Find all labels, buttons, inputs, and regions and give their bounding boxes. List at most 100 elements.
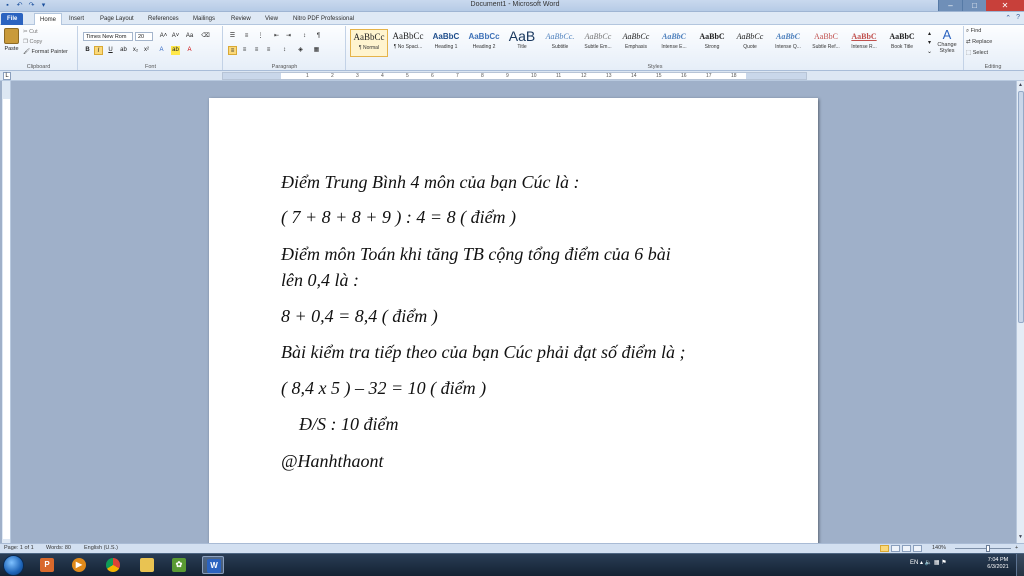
tab-home[interactable]: Home — [34, 13, 63, 25]
style-emphasis[interactable]: AaBbCc Emphasis — [617, 29, 655, 57]
show-formatting-icon[interactable]: ¶ — [314, 32, 323, 41]
tab-references[interactable]: References — [148, 13, 179, 25]
numbering-icon[interactable]: ≡ — [242, 32, 251, 41]
taskbar-media-player[interactable]: ▶ — [68, 556, 90, 574]
highlight-icon[interactable]: ab — [171, 46, 180, 55]
bold-button[interactable]: B — [83, 46, 92, 55]
network-icon[interactable]: ▦ — [934, 560, 940, 566]
maximize-button[interactable]: □ — [962, 0, 986, 11]
style-subtitle[interactable]: AaBbCc. Subtitle — [541, 29, 579, 57]
zoom-slider[interactable] — [955, 548, 1011, 549]
style-intense-reference[interactable]: AaBbC Intense R... — [845, 29, 883, 57]
action-center-flag-icon[interactable]: ⚑ — [941, 560, 946, 566]
align-left-button[interactable]: ≡ — [228, 46, 237, 55]
document-page[interactable]: Điểm Trung Bình 4 môn của bạn Cúc là : (… — [209, 98, 818, 558]
font-name-box[interactable]: Times New Rom — [83, 32, 133, 41]
tab-view[interactable]: View — [265, 13, 278, 25]
style-strong[interactable]: AaBbC Strong — [693, 29, 731, 57]
style-book-title[interactable]: AaBbC Book Title — [883, 29, 921, 57]
customize-icon[interactable]: ▾ — [39, 1, 48, 10]
undo-icon[interactable]: ↶ — [15, 1, 24, 10]
style-subtle-reference[interactable]: AaBbC Subtle Ref... — [807, 29, 845, 57]
decrease-indent-icon[interactable]: ⇤ — [272, 32, 281, 41]
taskbar-paint[interactable]: P — [36, 556, 58, 574]
increase-indent-icon[interactable]: ⇥ — [284, 32, 293, 41]
paste-button[interactable]: Paste — [3, 28, 20, 58]
tab-mailings[interactable]: Mailings — [193, 13, 215, 25]
cut-button[interactable]: ✂ Cut — [23, 29, 38, 35]
vertical-scrollbar[interactable]: ▲ ▼ — [1016, 81, 1024, 543]
outline-view-icon[interactable] — [913, 545, 922, 552]
taskbar-file-explorer[interactable] — [136, 556, 158, 574]
clear-formatting-icon[interactable]: ⌫ — [201, 32, 210, 41]
italic-button[interactable]: I — [94, 46, 103, 55]
style-title[interactable]: AaB Title — [503, 29, 541, 57]
start-button[interactable] — [3, 555, 24, 576]
tab-review[interactable]: Review — [231, 13, 251, 25]
taskbar-plants-vs-zombies[interactable]: ✿ — [168, 556, 190, 574]
line-spacing-icon[interactable]: ↕ — [280, 46, 289, 55]
styles-more-icon[interactable]: ⌄ — [925, 48, 934, 57]
bullets-icon[interactable]: ☰ — [228, 32, 237, 41]
style-no-spacing[interactable]: AaBbCc ¶ No Spaci... — [389, 29, 427, 57]
subscript-icon[interactable]: x₂ — [131, 46, 140, 55]
change-case-icon[interactable]: Aa — [185, 32, 194, 41]
zoom-slider-knob[interactable] — [986, 545, 990, 552]
style-intense-emphasis[interactable]: AaBbC Intense E... — [655, 29, 693, 57]
zoom-in-icon[interactable]: + — [1015, 544, 1018, 553]
styles-scroll-down-icon[interactable]: ▾ — [925, 39, 934, 48]
justify-button[interactable]: ≡ — [264, 46, 273, 55]
show-desktop-button[interactable] — [1016, 554, 1024, 576]
minimize-ribbon-icon[interactable]: ⌃ — [1005, 14, 1011, 22]
save-icon[interactable]: ▪ — [3, 1, 12, 10]
align-center-button[interactable]: ≡ — [240, 46, 249, 55]
full-screen-view-icon[interactable] — [891, 545, 900, 552]
underline-button[interactable]: U — [106, 46, 115, 55]
styles-scroll-up-icon[interactable]: ▴ — [925, 30, 934, 39]
tab-nitro-pdf[interactable]: Nitro PDF Professional — [293, 13, 354, 25]
borders-icon[interactable]: ▦ — [312, 46, 321, 55]
superscript-icon[interactable]: x² — [142, 46, 151, 55]
grow-font-icon[interactable]: A˄ — [159, 32, 168, 41]
style-subtle-emphasis[interactable]: AaBbCc Subtle Em... — [579, 29, 617, 57]
shrink-font-icon[interactable]: A˅ — [171, 32, 180, 41]
horizontal-ruler[interactable]: 1 2 3 4 5 6 7 8 9 10 11 12 13 14 15 16 17 18 — [222, 72, 807, 80]
tab-page-layout[interactable]: Page Layout — [100, 13, 134, 25]
language-indicator-tray[interactable]: EN — [910, 560, 918, 566]
language-indicator[interactable]: English (U.S.) — [84, 544, 118, 553]
scrollbar-thumb[interactable] — [1018, 91, 1024, 323]
change-styles-button[interactable]: A Change Styles — [936, 28, 958, 55]
vertical-ruler[interactable] — [2, 81, 11, 543]
find-button[interactable]: ⌕ Find — [966, 28, 981, 35]
sort-icon[interactable]: ↕ — [300, 32, 309, 41]
copy-button[interactable]: ❐ Copy — [23, 39, 42, 45]
page-count[interactable]: Page: 1 of 1 — [4, 544, 34, 553]
tab-selector-icon[interactable]: L — [3, 72, 11, 80]
scroll-down-icon[interactable]: ▼ — [1017, 534, 1024, 542]
scroll-up-icon[interactable]: ▲ — [1017, 82, 1024, 90]
redo-icon[interactable]: ↷ — [27, 1, 36, 10]
web-layout-view-icon[interactable] — [902, 545, 911, 552]
tab-file[interactable]: File — [1, 13, 24, 25]
align-right-button[interactable]: ≡ — [252, 46, 261, 55]
style-quote[interactable]: AaBbCc Quote — [731, 29, 769, 57]
print-layout-view-icon[interactable] — [880, 545, 889, 552]
font-color-icon[interactable]: A — [185, 46, 194, 55]
tab-insert[interactable]: Insert — [69, 13, 84, 25]
taskbar-word[interactable]: W — [202, 556, 224, 574]
close-button[interactable]: ✕ — [986, 0, 1024, 11]
format-painter-button[interactable]: 🖌 Format Painter — [23, 49, 68, 55]
style-intense-quote[interactable]: AaBbC Intense Q... — [769, 29, 807, 57]
style-normal[interactable]: AaBbCc ¶ Normal — [350, 29, 388, 57]
select-button[interactable]: ⬚ Select — [966, 50, 988, 56]
help-icon[interactable]: ? — [1016, 14, 1020, 22]
system-clock[interactable]: 7:04 PM 6/3/2021 — [982, 557, 1014, 571]
zoom-level[interactable]: 140% — [932, 544, 946, 553]
style-heading-2[interactable]: AaBbCc Heading 2 — [465, 29, 503, 57]
volume-icon[interactable]: 🔈 — [925, 560, 932, 566]
multilevel-list-icon[interactable]: ⋮ — [256, 32, 265, 41]
replace-button[interactable]: ⇄ Replace — [966, 39, 992, 45]
shading-icon[interactable]: ◈ — [296, 46, 305, 55]
style-heading-1[interactable]: AaBbC Heading 1 — [427, 29, 465, 57]
font-size-box[interactable]: 20 — [135, 32, 153, 41]
